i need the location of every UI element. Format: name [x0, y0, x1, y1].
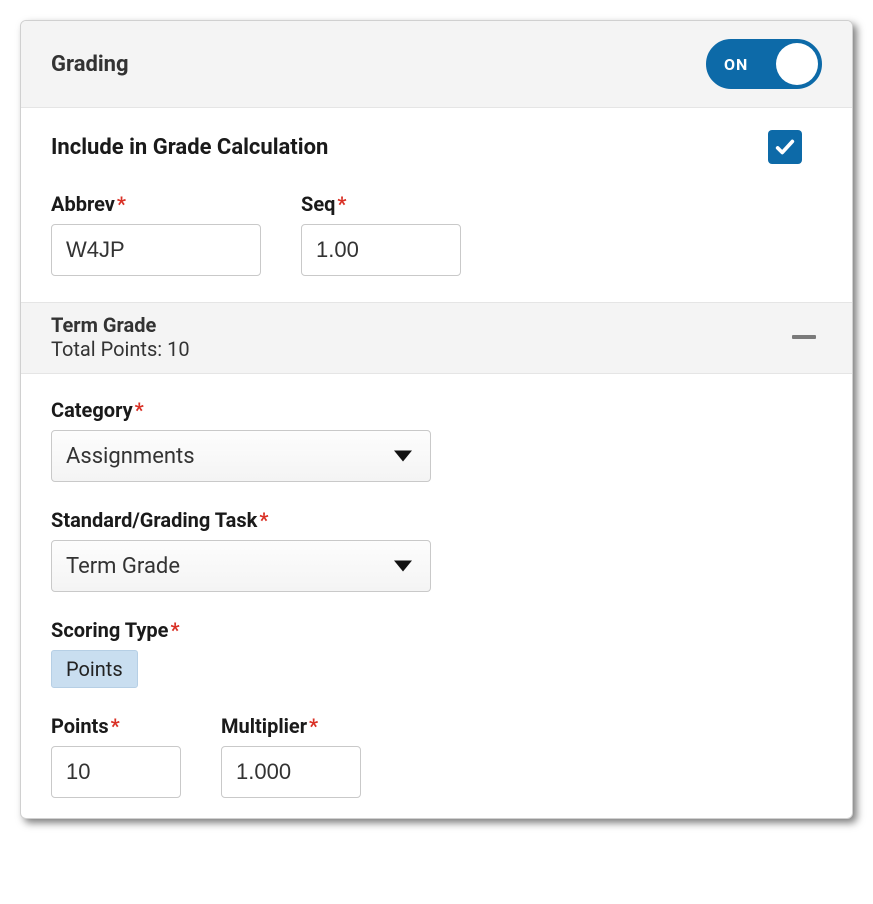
chevron-down-icon	[394, 561, 412, 572]
points-group: Points*	[51, 714, 181, 798]
required-mark: *	[111, 714, 120, 738]
task-select[interactable]: Term Grade	[51, 540, 431, 592]
scoring-type-points-pill[interactable]: Points	[51, 650, 138, 688]
category-select[interactable]: Assignments	[51, 430, 431, 482]
collapse-icon[interactable]	[792, 335, 816, 339]
seq-label-text: Seq	[301, 192, 335, 216]
points-multiplier-row: Points* Multiplier*	[51, 714, 822, 818]
grading-panel: Grading ON Include in Grade Calculation …	[20, 20, 853, 819]
task-label: Standard/Grading Task*	[51, 508, 822, 532]
required-mark: *	[259, 508, 268, 532]
points-label: Points*	[51, 714, 181, 738]
grading-toggle[interactable]: ON	[706, 39, 822, 89]
points-label-text: Points	[51, 714, 109, 738]
subheader-text: Term Grade Total Points: 10	[51, 313, 190, 361]
include-checkbox[interactable]	[768, 130, 802, 164]
scoring-type-label: Scoring Type*	[51, 618, 822, 642]
required-mark: *	[337, 192, 346, 216]
abbrev-label: Abbrev*	[51, 192, 261, 216]
include-row: Include in Grade Calculation	[51, 130, 822, 164]
abbrev-label-text: Abbrev	[51, 192, 115, 216]
toggle-label: ON	[724, 55, 748, 74]
abbrev-group: Abbrev*	[51, 192, 261, 276]
required-mark: *	[170, 618, 179, 642]
multiplier-label-text: Multiplier	[221, 714, 307, 738]
check-icon	[774, 136, 796, 158]
category-value: Assignments	[66, 444, 195, 469]
detail-section: Category* Assignments Standard/Grading T…	[21, 374, 852, 818]
multiplier-label: Multiplier*	[221, 714, 361, 738]
task-label-text: Standard/Grading Task	[51, 508, 257, 532]
include-section: Include in Grade Calculation Abbrev* Seq…	[21, 108, 852, 302]
chevron-down-icon	[394, 451, 412, 462]
abbrev-seq-row: Abbrev* Seq*	[51, 192, 822, 276]
seq-input[interactable]	[301, 224, 461, 276]
panel-header: Grading ON	[21, 21, 852, 108]
include-label: Include in Grade Calculation	[51, 135, 328, 160]
seq-group: Seq*	[301, 192, 461, 276]
abbrev-input[interactable]	[51, 224, 261, 276]
required-mark: *	[309, 714, 318, 738]
scoring-type-label-text: Scoring Type	[51, 618, 168, 642]
points-input[interactable]	[51, 746, 181, 798]
panel-title: Grading	[51, 52, 129, 77]
category-label-text: Category	[51, 398, 133, 422]
term-grade-subheader[interactable]: Term Grade Total Points: 10	[21, 302, 852, 374]
category-label: Category*	[51, 398, 822, 422]
task-block: Standard/Grading Task* Term Grade	[51, 508, 822, 592]
required-mark: *	[135, 398, 144, 422]
task-value: Term Grade	[66, 554, 180, 579]
required-mark: *	[117, 192, 126, 216]
category-block: Category* Assignments	[51, 398, 822, 482]
multiplier-group: Multiplier*	[221, 714, 361, 798]
seq-label: Seq*	[301, 192, 461, 216]
scoring-type-block: Scoring Type* Points	[51, 618, 822, 688]
subheader-title: Term Grade	[51, 313, 190, 337]
toggle-knob	[776, 43, 818, 85]
multiplier-input[interactable]	[221, 746, 361, 798]
subheader-subtitle: Total Points: 10	[51, 337, 190, 361]
